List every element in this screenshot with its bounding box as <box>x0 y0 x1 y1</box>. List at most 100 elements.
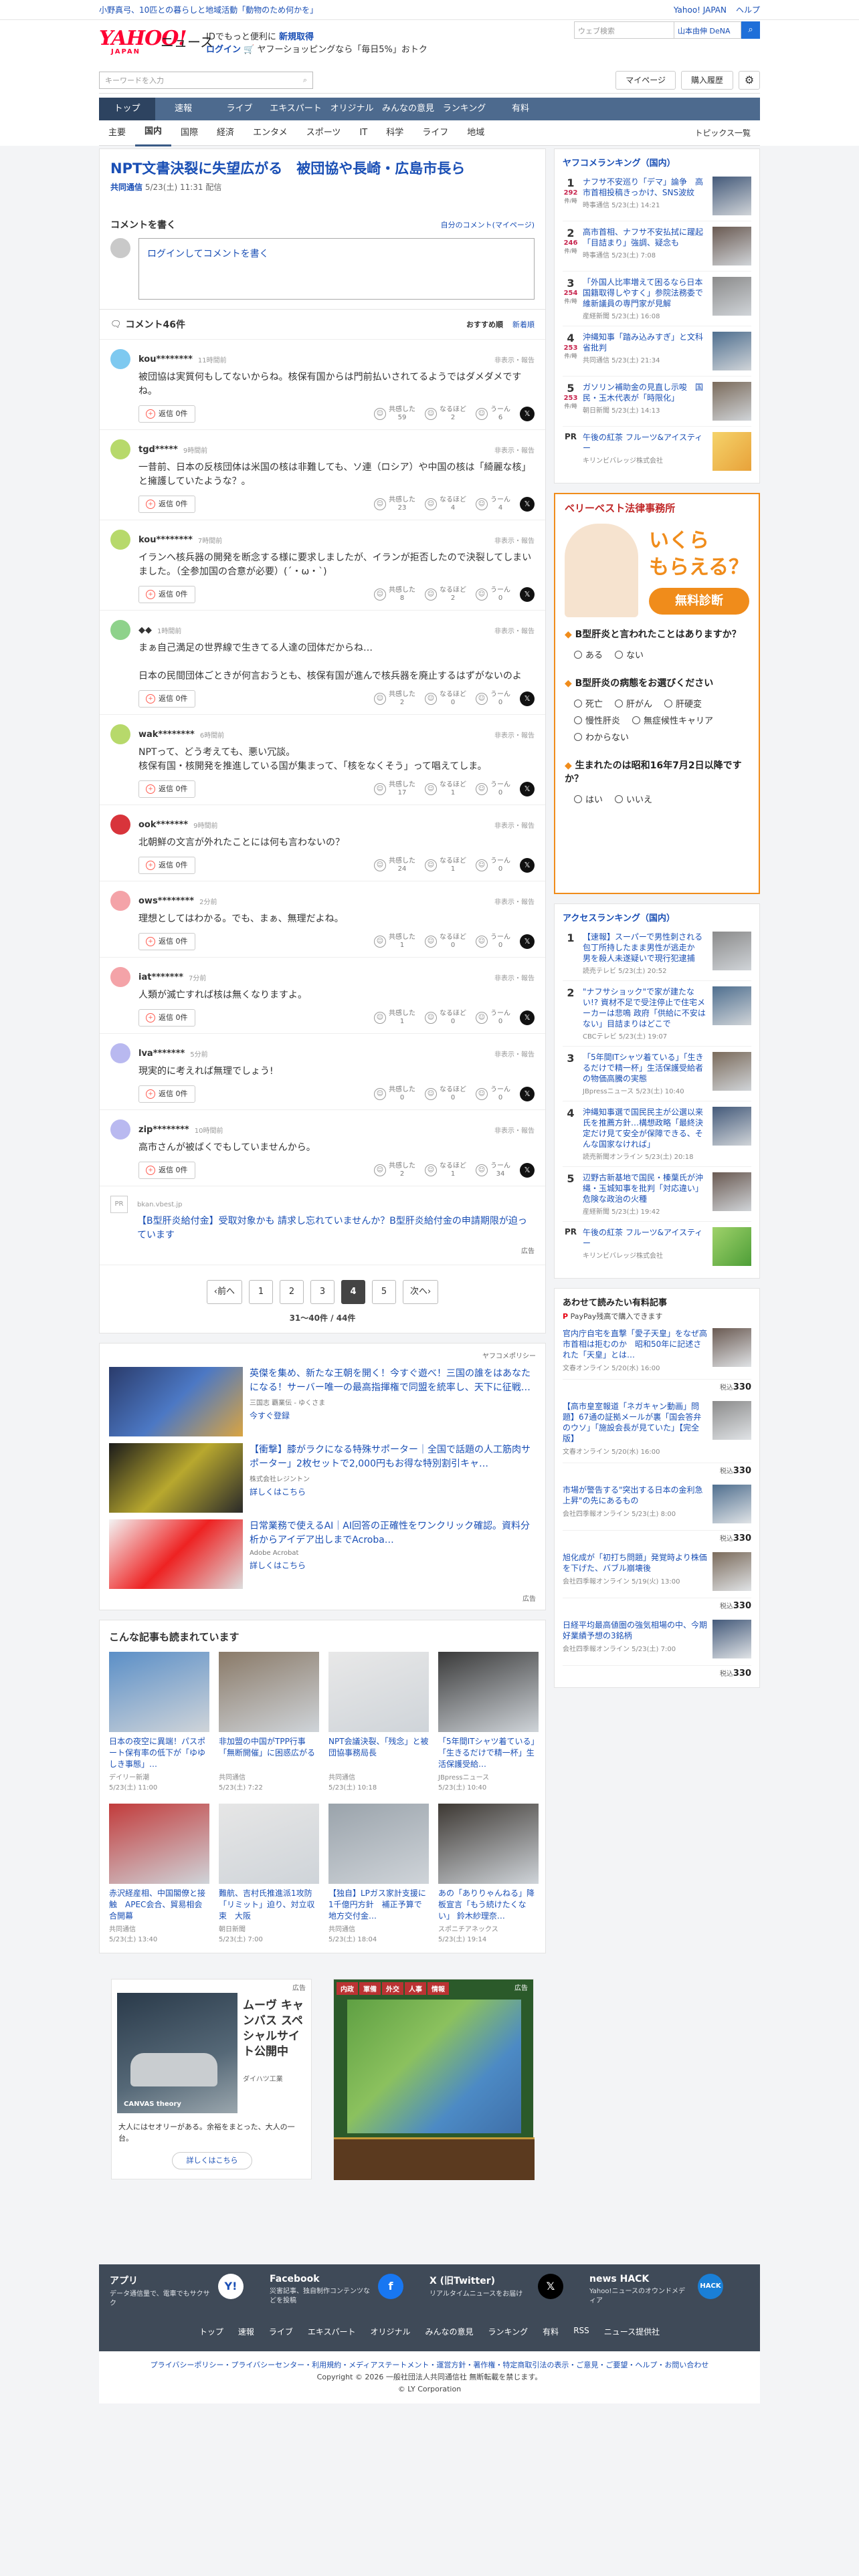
newshack-icon[interactable]: HACK <box>698 2274 723 2299</box>
next-page-button[interactable]: 次へ› <box>403 1280 439 1304</box>
footer-link[interactable]: 速報 <box>238 2326 254 2337</box>
reply-button[interactable]: + 返信 0件 <box>138 1162 195 1179</box>
footer-app[interactable]: アプリ データ通信量で、電車でもサクサク Y! <box>110 2274 270 2309</box>
x-share-icon[interactable]: 𝕏 <box>520 497 535 512</box>
x-share-icon[interactable]: 𝕏 <box>520 1010 535 1025</box>
nav-item[interactable]: オリジナル <box>324 98 380 120</box>
web-search-input[interactable]: ウェブ検索 <box>574 21 674 39</box>
comment-policy-link[interactable]: ヤフコメポリシー <box>109 1350 536 1360</box>
empathy-reaction[interactable]: ☺ 共感した 0 <box>374 1086 415 1102</box>
comment-user[interactable]: tgd***** <box>138 445 178 455</box>
comment-user[interactable]: kou******** <box>138 535 193 545</box>
related-article[interactable]: 【独自】LPガス家計支援に1千億円方針 補正予算で地方交付金… 共同通信 5/23(… <box>328 1804 429 1943</box>
footer-link[interactable]: オリジナル <box>371 2326 411 2337</box>
topics-list-link[interactable]: トピックス一覧 <box>685 120 760 146</box>
free-diagnosis-button[interactable]: 無料診断 <box>649 588 749 615</box>
gear-icon[interactable]: ⚙ <box>739 70 760 90</box>
reply-button[interactable]: + 返信 0件 <box>138 1085 195 1103</box>
report-link[interactable]: 非表示・報告 <box>494 820 535 830</box>
radio-icon[interactable] <box>664 700 673 708</box>
related-article[interactable]: 「5年間ITシャツ着ている」「生きるだけで精一杯」生活保護受給… JBpressニ… <box>438 1652 539 1792</box>
reply-button[interactable]: + 返信 0件 <box>138 496 195 513</box>
paid-article[interactable]: 官内庁自宅を直撃「愛子天皇」をなぜ高市首相は拒むのか 昭和50年に記述された「天… <box>563 1321 751 1380</box>
reply-button[interactable]: + 返信 0件 <box>138 690 195 708</box>
empathy-reaction[interactable]: ☺ 共感した 2 <box>374 1162 415 1178</box>
report-link[interactable]: 非表示・報告 <box>494 972 535 982</box>
agree-reaction[interactable]: ☺ なるほど 1 <box>425 1162 466 1178</box>
nav-item[interactable]: エキスパート <box>268 98 324 120</box>
search-suggestion[interactable]: 山本由伸 DeNA <box>674 21 741 39</box>
legal-links[interactable]: プライバシーポリシー・プライバシーセンター・利用規約・メディアステートメント・運… <box>99 2359 760 2371</box>
related-article[interactable]: 難航、吉村氏推進派1攻防「リミット」迫り、対立収束 大阪 朝日新聞 5/23(土) … <box>219 1804 319 1943</box>
access-item[interactable]: 5 辺野古新基地で国民・榛葉氏が沖縄・玉城知事を批判「対応違い」 危険な政治の火種… <box>563 1167 751 1222</box>
quiz-option[interactable]: 肝がん <box>615 697 652 710</box>
subnav-item[interactable]: 経済 <box>207 120 244 146</box>
footer-link[interactable]: トップ <box>199 2326 223 2337</box>
subnav-item[interactable]: 国内 <box>135 119 172 146</box>
x-icon[interactable]: 𝕏 <box>538 2274 563 2299</box>
page-2-button[interactable]: 2 <box>280 1280 304 1304</box>
subnav-item[interactable]: IT <box>350 120 377 146</box>
subnav-item[interactable]: 地域 <box>458 120 494 146</box>
x-share-icon[interactable]: 𝕏 <box>520 858 535 873</box>
hmm-reaction[interactable]: ☺ うーん 0 <box>476 1010 510 1026</box>
report-link[interactable]: 非表示・報告 <box>494 535 535 545</box>
sponsored-ad[interactable]: 日常業務で使えるAI｜AI回答の正確性をワンクリック確認。資料分析からアイデア出… <box>109 1519 536 1589</box>
my-comments-link[interactable]: 自分のコメント(マイページ) <box>441 219 535 230</box>
access-pr[interactable]: PR 午後の紅茶 フルーツ&アイスティー キリンビバレッジ株式会社 <box>563 1222 751 1271</box>
empathy-reaction[interactable]: ☺ 共感した 1 <box>374 1010 415 1026</box>
access-item[interactable]: 4 沖縄知事選で国民民主が公選以来氏を推薦方針…構想政略「最終決定だけ見て安全が保… <box>563 1101 751 1167</box>
reply-button[interactable]: + 返信 0件 <box>138 857 195 874</box>
agree-reaction[interactable]: ☺ なるほど 1 <box>425 857 466 873</box>
ad-title[interactable]: 【衝撃】膝がラクになる特殊サポーター｜全国で話題の人工筋肉サポーター」2枚セット… <box>250 1443 536 1471</box>
comment-textarea[interactable]: ログインしてコメントを書く <box>138 238 535 300</box>
access-item[interactable]: 1 【速報】スーパーで男性刺される 包丁所持したまま男性が逃走か 男を殺人未遂疑い… <box>563 926 751 981</box>
reply-button[interactable]: + 返信 0件 <box>138 933 195 950</box>
reply-button[interactable]: + 返信 0件 <box>138 586 195 603</box>
sponsored-ad[interactable]: 英傑を集め、新たな王朝を開く！今すぐ遊べ！三国の誰をはあなたになる！サーバー唯一… <box>109 1367 536 1436</box>
report-link[interactable]: 非表示・報告 <box>494 625 535 635</box>
app-icon[interactable]: Y! <box>218 2274 244 2299</box>
quiz-option[interactable]: はい <box>574 792 603 805</box>
footer-link[interactable]: みんなの意見 <box>425 2326 474 2337</box>
related-article[interactable]: あの「ありりゃんねる」降板宣言「もう続けたくない」 鈴木紗理奈… スポニチアネック… <box>438 1804 539 1943</box>
comment-user[interactable]: ows******** <box>138 896 194 906</box>
report-link[interactable]: 非表示・報告 <box>494 445 535 455</box>
ranking-item[interactable]: 5 253 件/時 ガソリン補助金の見直し示唆 国民・玉木代表が「時限化」 朝日新聞 5… <box>563 377 751 427</box>
nav-item[interactable]: ランキング <box>436 98 492 120</box>
footer-app[interactable]: X (旧Twitter) リアルタイムニュースをお届け 𝕏 <box>430 2274 589 2309</box>
radio-icon[interactable] <box>574 700 582 708</box>
hmm-reaction[interactable]: ☺ うーん 0 <box>476 781 510 797</box>
hmm-reaction[interactable]: ☺ うーん 0 <box>476 934 510 950</box>
subnav-item[interactable]: スポーツ <box>297 120 351 146</box>
radio-icon[interactable] <box>615 700 624 708</box>
purchase-history-button[interactable]: 購入履歴 <box>680 70 733 90</box>
agree-reaction[interactable]: ☺ なるほど 2 <box>425 406 466 422</box>
car-ad[interactable]: 広告 CANVAS theory ムーヴ キャンバス スペシャルサイト公開中 ダ… <box>111 1979 312 2179</box>
hmm-reaction[interactable]: ☺ うーん 0 <box>476 691 510 707</box>
agree-reaction[interactable]: ☺ なるほど 0 <box>425 691 466 707</box>
yahoo-japan-link[interactable]: Yahoo! JAPAN <box>674 5 727 15</box>
signup-link[interactable]: 新規取得 <box>279 32 314 42</box>
car-ad-cta[interactable]: 詳しくはこちら <box>172 2152 252 2169</box>
game-ad[interactable]: 広告 内政 軍備 外交 人事 情報 <box>333 1979 535 2180</box>
radio-icon[interactable] <box>574 733 582 741</box>
footer-link[interactable]: ライブ <box>269 2326 293 2337</box>
radio-icon[interactable] <box>615 795 624 803</box>
agree-reaction[interactable]: ☺ なるほど 0 <box>425 934 466 950</box>
radio-icon[interactable] <box>574 795 582 803</box>
access-item[interactable]: 2 "ナフサショック"で家が建たない!? 資材不足で受注停止で住宅メーカーは悲鳴 … <box>563 981 751 1047</box>
search-icon[interactable]: ⌕ <box>303 76 307 85</box>
empathy-reaction[interactable]: ☺ 共感した 1 <box>374 934 415 950</box>
comment-user[interactable]: lva******* <box>138 1049 185 1059</box>
report-link[interactable]: 非表示・報告 <box>494 896 535 906</box>
sort-recommended[interactable]: おすすめ順 <box>466 319 503 330</box>
hmm-reaction[interactable]: ☺ うーん 34 <box>476 1162 510 1178</box>
ad-title[interactable]: 英傑を集め、新たな王朝を開く！今すぐ遊べ！三国の誰をはあなたになる！サーバー唯一… <box>250 1367 536 1395</box>
empathy-reaction[interactable]: ☺ 共感した 23 <box>374 496 415 512</box>
ranking-item[interactable]: 1 292 件/時 ナフサ不安巡り「デマ」論争 高市首相投稿きっかけ、SNS波紋 時事通… <box>563 171 751 221</box>
subnav-item[interactable]: ライフ <box>413 120 458 146</box>
paid-article[interactable]: 市場が警告する"突出する日本の金利急上昇"の先にあるもの 会社四季報オンライン 5… <box>563 1478 751 1531</box>
footer-app[interactable]: Facebook 災害記事、独自制作コンテンツなどを投稿 f <box>270 2274 430 2309</box>
radio-icon[interactable] <box>632 716 641 724</box>
